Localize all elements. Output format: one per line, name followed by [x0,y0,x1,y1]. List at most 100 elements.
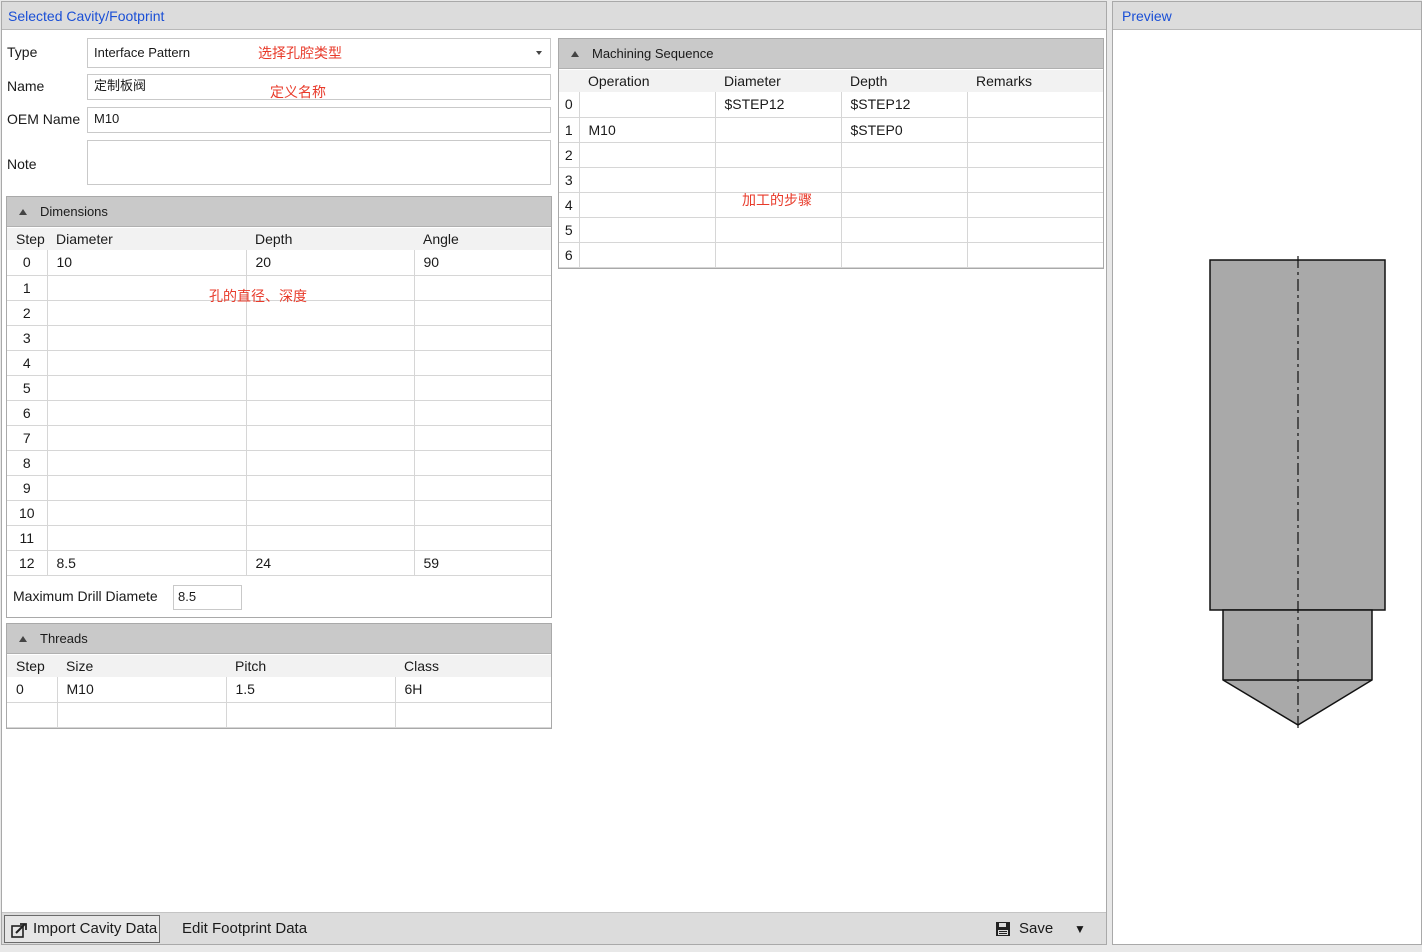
depth-cell[interactable] [841,142,968,168]
remarks-cell[interactable] [967,217,1103,243]
angle-cell[interactable] [414,275,551,301]
triangle-up-icon[interactable] [19,636,27,642]
operation-cell[interactable] [579,242,716,268]
dimensions-header[interactable]: Dimensions [7,197,551,227]
pitch-cell[interactable] [226,702,396,728]
diameter-cell[interactable] [47,400,247,426]
remarks-cell[interactable] [967,117,1103,143]
col-remarks[interactable]: Remarks [967,70,1103,92]
diameter-cell[interactable] [47,350,247,376]
diameter-cell[interactable] [715,167,842,193]
machining-header[interactable]: Machining Sequence [559,39,1103,69]
col-diameter[interactable]: Diameter [715,70,841,92]
table-row[interactable]: 7 [7,425,551,451]
table-row[interactable]: 0 10 20 90 [7,250,551,276]
diameter-cell[interactable] [715,142,842,168]
operation-cell[interactable]: M10 [579,117,716,143]
class-cell[interactable]: 6H [395,677,551,703]
diameter-cell[interactable] [715,117,842,143]
table-row[interactable]: 10 [7,500,551,526]
table-row[interactable]: 0 $STEP12 $STEP12 [559,92,1103,118]
table-row[interactable] [7,702,551,728]
diameter-cell[interactable]: $STEP12 [715,92,842,118]
depth-cell[interactable] [246,375,415,401]
depth-cell[interactable] [841,217,968,243]
angle-cell[interactable] [414,375,551,401]
col-step[interactable]: Step [7,228,47,250]
diameter-cell[interactable] [47,500,247,526]
depth-cell[interactable] [246,325,415,351]
operation-cell[interactable] [579,192,716,218]
depth-cell[interactable]: 24 [246,550,415,576]
table-row[interactable]: 3 [7,325,551,351]
operation-cell[interactable] [579,217,716,243]
remarks-cell[interactable] [967,92,1103,118]
table-row[interactable]: 5 [7,375,551,401]
diameter-cell[interactable]: 10 [47,250,247,276]
table-row[interactable]: 9 [7,475,551,501]
col-pitch[interactable]: Pitch [226,655,395,677]
remarks-cell[interactable] [967,192,1103,218]
save-dropdown-button[interactable]: ▼ [1074,916,1086,942]
depth-cell[interactable] [841,192,968,218]
size-cell[interactable] [57,702,227,728]
table-row[interactable]: 6 [559,242,1103,268]
table-row[interactable]: 11 [7,525,551,551]
depth-cell[interactable] [246,500,415,526]
diameter-cell[interactable]: 8.5 [47,550,247,576]
size-cell[interactable]: M10 [57,677,227,703]
table-row[interactable]: 6 [7,400,551,426]
remarks-cell[interactable] [967,142,1103,168]
diameter-cell[interactable] [715,217,842,243]
note-field[interactable] [87,140,551,185]
angle-cell[interactable] [414,450,551,476]
diameter-cell[interactable] [47,375,247,401]
depth-cell[interactable] [246,425,415,451]
diameter-cell[interactable] [47,325,247,351]
remarks-cell[interactable] [967,242,1103,268]
angle-cell[interactable] [414,475,551,501]
col-angle[interactable]: Angle [414,228,551,250]
diameter-cell[interactable] [715,242,842,268]
depth-cell[interactable]: 20 [246,250,415,276]
table-row[interactable]: 2 [559,142,1103,168]
angle-cell[interactable] [414,525,551,551]
depth-cell[interactable] [841,242,968,268]
chevron-down-icon[interactable] [536,51,542,55]
depth-cell[interactable]: $STEP12 [841,92,968,118]
triangle-up-icon[interactable] [571,51,579,57]
table-row[interactable]: 8 [7,450,551,476]
col-step[interactable]: Step [7,655,57,677]
depth-cell[interactable] [246,475,415,501]
angle-cell[interactable] [414,500,551,526]
table-row[interactable]: 12 8.5 24 59 [7,550,551,576]
angle-cell[interactable] [414,300,551,326]
depth-cell[interactable] [246,450,415,476]
threads-header[interactable]: Threads [7,624,551,654]
col-class[interactable]: Class [395,655,551,677]
col-depth[interactable]: Depth [246,228,414,250]
diameter-cell[interactable] [47,425,247,451]
table-row[interactable]: 4 [7,350,551,376]
table-row[interactable]: 1 M10 $STEP0 [559,117,1103,143]
depth-cell[interactable]: $STEP0 [841,117,968,143]
class-cell[interactable] [395,702,551,728]
oem-name-field[interactable]: M10 [87,107,551,133]
angle-cell[interactable] [414,425,551,451]
col-size[interactable]: Size [57,655,226,677]
angle-cell[interactable] [414,325,551,351]
table-row[interactable]: 4 [559,192,1103,218]
col-diameter[interactable]: Diameter [47,228,246,250]
col-operation[interactable]: Operation [579,70,715,92]
table-row[interactable]: 5 [559,217,1103,243]
table-row[interactable]: 3 [559,167,1103,193]
table-row[interactable]: 0 M10 1.5 6H [7,677,551,703]
depth-cell[interactable] [841,167,968,193]
angle-cell[interactable] [414,400,551,426]
diameter-cell[interactable] [47,525,247,551]
diameter-cell[interactable] [47,450,247,476]
pitch-cell[interactable]: 1.5 [226,677,396,703]
import-cavity-data-button[interactable]: Import Cavity Data [4,915,160,943]
save-button[interactable]: Save [995,916,1053,942]
angle-cell[interactable] [414,350,551,376]
